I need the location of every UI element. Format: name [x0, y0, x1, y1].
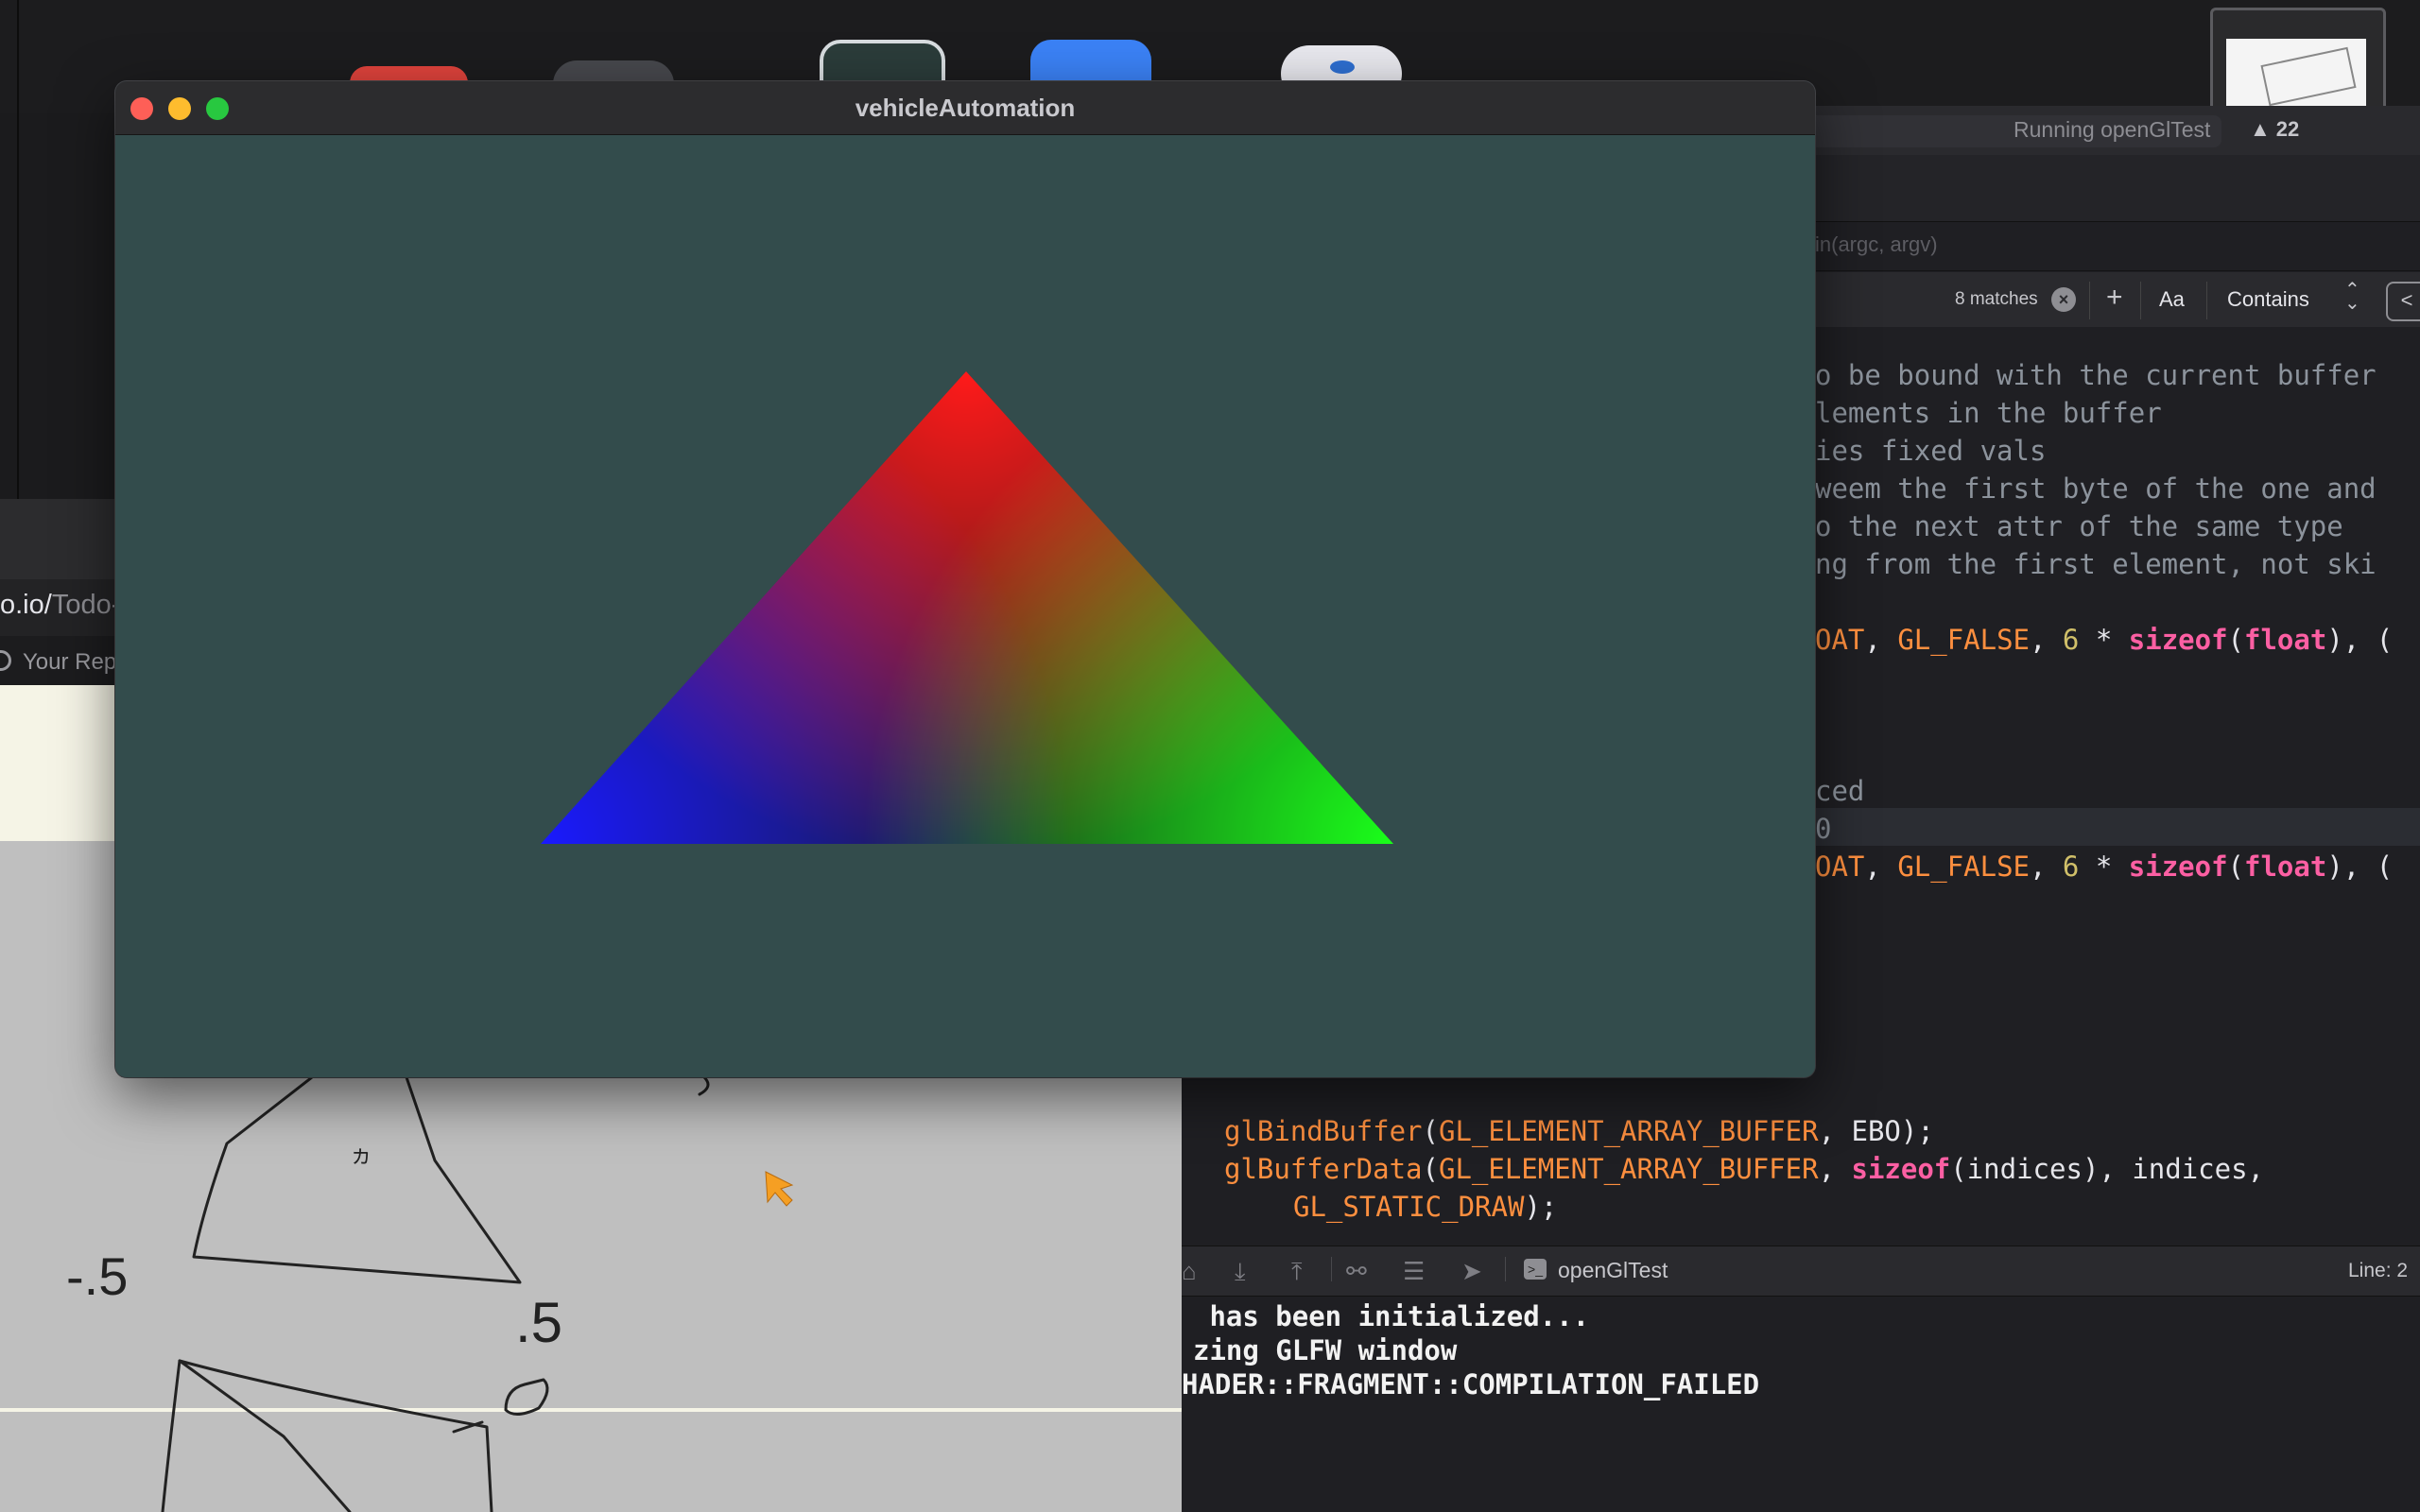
- console-line: zing GLFW window: [1193, 1334, 1458, 1366]
- jump-bar-symbol[interactable]: in(argc, argv): [1815, 232, 1938, 257]
- previous-match-button[interactable]: <: [2386, 282, 2420, 321]
- step-out-icon[interactable]: ⤒: [1291, 1257, 1303, 1287]
- breakpoint-toggle-icon[interactable]: ⌂: [1182, 1257, 1197, 1286]
- debug-target[interactable]: openGlTest: [1558, 1258, 1668, 1283]
- code-token: GL_ELEMENT_ARRAY_BUFFER: [1438, 1153, 1819, 1185]
- debug-bar: [1182, 1246, 2420, 1297]
- sketch-label-neg: -.5: [66, 1246, 128, 1306]
- code-token: sizeof: [2128, 850, 2228, 883]
- sketch-triangle-upper: [192, 1075, 522, 1284]
- code-line[interactable]: 0: [1815, 813, 1831, 845]
- sketch-loop: [504, 1378, 549, 1416]
- activity-status: Running openGlTest: [2014, 117, 2211, 142]
- debug-memory-graph-icon[interactable]: ⚯: [1346, 1257, 1367, 1286]
- sketch-line: [178, 1359, 352, 1512]
- gl-triangle-svg: [541, 371, 1393, 844]
- window-titlebar[interactable]: vehicleAutomation: [115, 81, 1815, 135]
- code-token: sizeof: [2128, 624, 2228, 656]
- code-token: glBindBuffer: [1224, 1115, 1423, 1147]
- clear-search-icon[interactable]: ×: [2051, 287, 2076, 312]
- code-token: OAT: [1815, 850, 1865, 883]
- code-line[interactable]: ies fixed vals: [1815, 435, 2046, 467]
- thumbnail-preview-image: [2226, 39, 2366, 114]
- code-line-buffer-data-cont[interactable]: GL_STATIC_DRAW);: [1293, 1191, 1557, 1223]
- warning-count: 22: [2275, 117, 2300, 141]
- opengl-window: vehicleAutomation: [115, 81, 1815, 1077]
- gl-triangle: [541, 371, 1393, 844]
- code-line-attrib-pointer[interactable]: OAT, GL_FALSE, 6 * sizeof(float), (: [1815, 850, 2393, 883]
- sketch-label-pos: .5: [515, 1291, 562, 1354]
- screenshot-thumbnail[interactable]: [2210, 8, 2386, 119]
- sketch-line: [698, 1075, 710, 1096]
- code-token: GL_FALSE: [1897, 624, 2030, 656]
- code-token: 6: [2062, 624, 2080, 656]
- step-into-icon[interactable]: ⤓: [1235, 1257, 1246, 1287]
- find-divider: [2140, 282, 2141, 319]
- cloud-dot-icon: [1330, 60, 1355, 74]
- sketch-mark: ヵ: [350, 1143, 372, 1168]
- console-line: HADER::FRAGMENT::COMPILATION_FAILED: [1182, 1368, 1760, 1400]
- match-case-button[interactable]: Aa: [2159, 287, 2185, 312]
- code-token: GL_FALSE: [1897, 850, 2030, 883]
- debug-divider: [1505, 1257, 1506, 1281]
- code-token: EBO: [1851, 1115, 1901, 1147]
- code-line[interactable]: lements in the buffer: [1815, 397, 2162, 429]
- warning-badge[interactable]: ▲ 22: [2250, 117, 2299, 142]
- find-mode-select[interactable]: Contains: [2227, 287, 2309, 312]
- code-line-buffer-data[interactable]: glBufferData(GL_ELEMENT_ARRAY_BUFFER, si…: [1224, 1153, 2264, 1185]
- code-token: float: [2244, 850, 2327, 883]
- code-line[interactable]: ced: [1815, 775, 1864, 807]
- find-divider: [2089, 282, 2090, 319]
- warning-triangle-icon: ▲: [2250, 117, 2271, 141]
- chevron-updown-icon[interactable]: ⌃ ⌄: [2344, 281, 2360, 313]
- code-token: glBufferData: [1224, 1153, 1423, 1185]
- code-token: GL_ELEMENT_ARRAY_BUFFER: [1438, 1115, 1819, 1147]
- code-token: float: [2244, 624, 2327, 656]
- code-token: sizeof: [1851, 1153, 1951, 1185]
- find-match-count: 8 matches: [1955, 289, 2038, 309]
- code-line[interactable]: ng from the first element, not ski: [1815, 548, 2377, 580]
- code-line-bind-buffer[interactable]: glBindBuffer(GL_ELEMENT_ARRAY_BUFFER, EB…: [1224, 1115, 1934, 1147]
- line-indicator: Line: 2: [2348, 1260, 2409, 1281]
- code-line[interactable]: weem the first byte of the one and: [1815, 472, 2377, 505]
- code-token: indices: [1966, 1153, 2083, 1185]
- find-divider: [2206, 282, 2207, 319]
- code-token: 6: [2062, 850, 2080, 883]
- environment-overrides-icon[interactable]: ☰: [1403, 1257, 1425, 1286]
- code-token: GL_STATIC_DRAW: [1293, 1191, 1525, 1223]
- code-token: OAT: [1815, 624, 1865, 656]
- code-line[interactable]: o be bound with the current buffer: [1815, 359, 2377, 391]
- gl-render-canvas[interactable]: [115, 135, 1815, 1077]
- terminal-icon: >_: [1524, 1259, 1547, 1280]
- code-token: indices: [2132, 1153, 2248, 1185]
- sketch-line: [161, 1359, 182, 1512]
- code-line[interactable]: o the next attr of the same type: [1815, 510, 2343, 542]
- debug-divider: [1331, 1257, 1332, 1281]
- sketch-triangle-lower: [178, 1359, 493, 1512]
- mouse-cursor-icon: [765, 1171, 794, 1207]
- add-find-option-button[interactable]: +: [2106, 282, 2123, 314]
- simulate-location-icon[interactable]: ➤: [1461, 1257, 1482, 1286]
- console-line: has been initialized...: [1193, 1300, 1590, 1332]
- code-line-attrib-pointer[interactable]: OAT, GL_FALSE, 6 * sizeof(float), (: [1815, 624, 2393, 656]
- window-title: vehicleAutomation: [855, 94, 1076, 122]
